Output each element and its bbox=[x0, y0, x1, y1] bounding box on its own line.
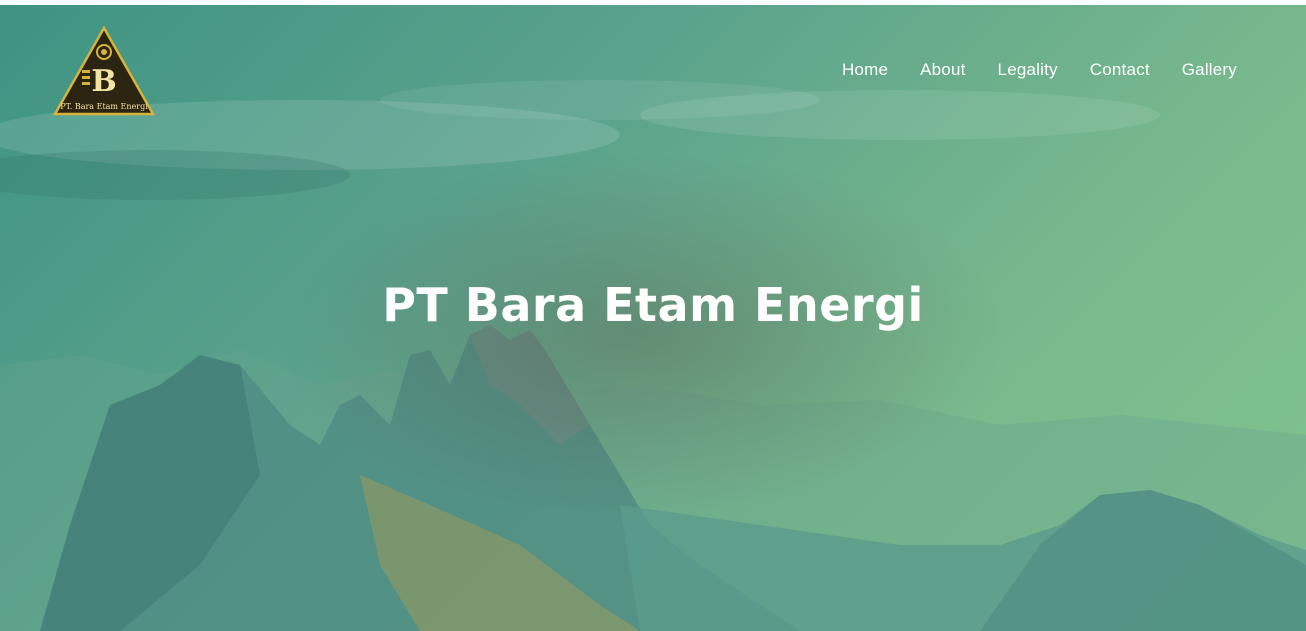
hero-title: PT Bara Etam Energi bbox=[382, 278, 924, 332]
nav-about[interactable]: About bbox=[920, 60, 965, 80]
nav-legality[interactable]: Legality bbox=[998, 60, 1058, 80]
svg-text:B: B bbox=[91, 64, 116, 99]
nav-contact[interactable]: Contact bbox=[1090, 60, 1150, 80]
nav-home[interactable]: Home bbox=[842, 60, 888, 80]
nav-gallery[interactable]: Gallery bbox=[1182, 60, 1237, 80]
company-logo[interactable]: B PT. Bara Etam Energi bbox=[52, 25, 156, 117]
hero-section: B PT. Bara Etam Energi Home About Legali… bbox=[0, 5, 1306, 631]
svg-text:PT. Bara Etam Energi: PT. Bara Etam Energi bbox=[60, 102, 148, 111]
main-navigation: Home About Legality Contact Gallery bbox=[842, 60, 1237, 80]
